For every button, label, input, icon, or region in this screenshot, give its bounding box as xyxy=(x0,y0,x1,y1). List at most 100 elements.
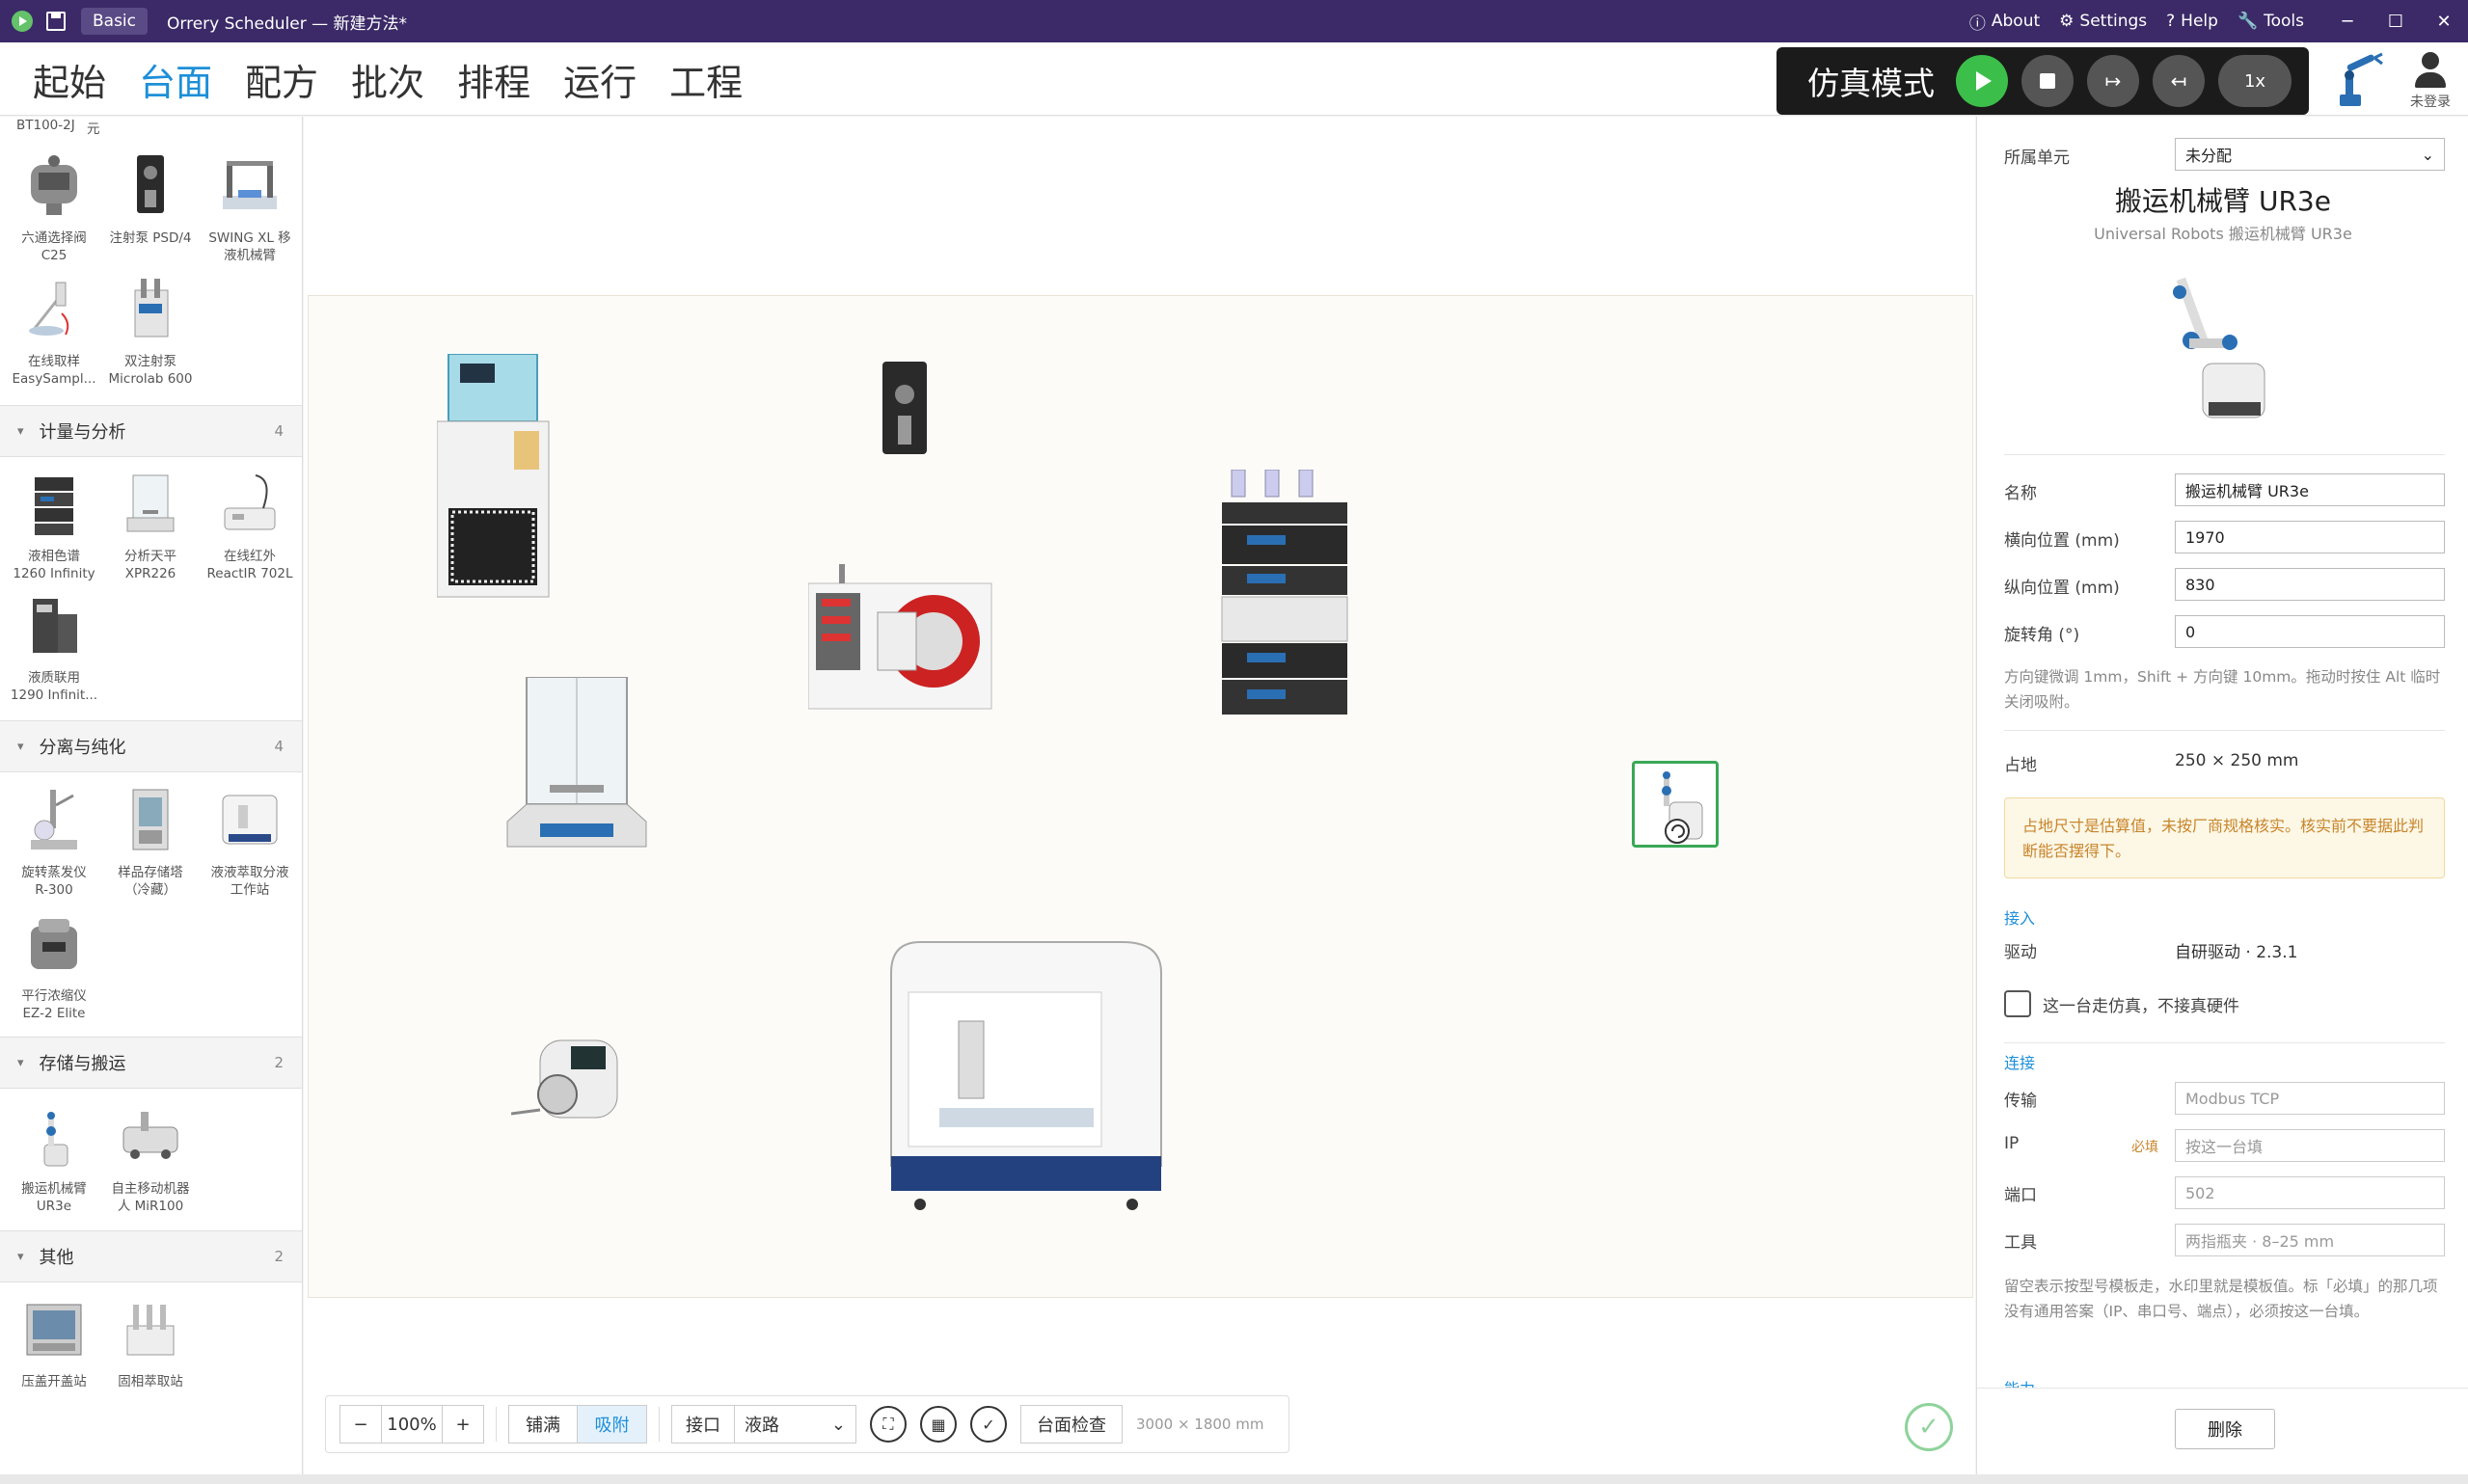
tab-6[interactable]: 工程 xyxy=(669,53,743,106)
bench-board[interactable] xyxy=(308,295,1973,1298)
bench-dimensions: 3000 × 1800 mm xyxy=(1136,1416,1264,1433)
save-icon[interactable] xyxy=(46,12,66,31)
fit-view-icon[interactable]: ⛶ xyxy=(870,1406,907,1443)
grid-icon[interactable]: ▦ xyxy=(920,1406,957,1443)
palette-device-reactir[interactable]: 在线红外 ReactIR 702L xyxy=(200,470,300,582)
palette-device-syringe-pump[interactable]: 注射泵 PSD/4 xyxy=(100,151,201,247)
palette-device-online-sampler[interactable]: 在线取样 EasySampl... xyxy=(4,275,104,388)
window-title: Orrery Scheduler — 新建方法* xyxy=(167,13,408,34)
device-thumbnail xyxy=(122,1112,178,1159)
zoom-in-button[interactable]: + xyxy=(442,1405,484,1444)
settings-menu[interactable]: ⚙ Settings xyxy=(2059,12,2147,31)
palette-device-swing-xl[interactable]: SWING XL 移液机械臂 xyxy=(200,151,300,264)
palette-device-valve[interactable]: 六通选择阀 C25 xyxy=(4,151,104,264)
tab-3[interactable]: 批次 xyxy=(351,53,424,106)
speed-button[interactable]: 1x xyxy=(2218,55,2292,107)
tool-input[interactable]: 两指瓶夹 · 8–25 mm xyxy=(2175,1224,2445,1256)
placed-device-liquid-handler[interactable] xyxy=(881,934,1171,1214)
placed-device-hplc[interactable] xyxy=(1212,470,1357,718)
mode-badge[interactable]: Basic xyxy=(81,8,149,35)
step-forward-button[interactable]: ↦ xyxy=(2087,55,2139,107)
divider xyxy=(2004,1042,2445,1043)
stop-button[interactable] xyxy=(2021,55,2074,107)
tab-1[interactable]: 台面 xyxy=(139,53,212,106)
fill-button[interactable]: 铺满 xyxy=(508,1405,578,1444)
chevron-down-icon: ⌄ xyxy=(2421,145,2434,164)
category-separation[interactable]: ▾ 分离与纯化 4 xyxy=(0,720,302,772)
ip-input[interactable]: 按这一台填 xyxy=(2175,1129,2445,1162)
robot-arm-icon[interactable] xyxy=(2326,52,2390,110)
toolbar-divider xyxy=(659,1407,660,1442)
title-bar: Basic Orrery Scheduler — 新建方法* ⓘ About ⚙ S… xyxy=(0,0,2468,42)
tab-4[interactable]: 排程 xyxy=(457,53,530,106)
simulate-checkbox-label[interactable]: 这一台走仿真，不接真硬件 xyxy=(2043,992,2239,1016)
palette-device-lle-station[interactable]: 液液萃取分液 工作站 xyxy=(200,786,300,899)
user-account[interactable]: 未登录 xyxy=(2401,52,2459,111)
palette-device-storage-tower[interactable]: 样品存储塔 （冷藏） xyxy=(100,786,201,899)
placed-device-syringe-pump[interactable] xyxy=(873,362,936,458)
about-menu[interactable]: ⓘ About xyxy=(1969,10,2040,34)
device-thumbnail xyxy=(134,279,169,337)
category-count: 2 xyxy=(274,1248,284,1265)
palette-device-balance[interactable]: 分析天平 XPR226 xyxy=(100,470,201,582)
interface-select[interactable]: 液路 ⌄ xyxy=(735,1405,856,1444)
close-button[interactable]: ✕ xyxy=(2420,12,2468,32)
zoom-out-button[interactable]: − xyxy=(339,1405,382,1444)
unit-label: 所属单元 xyxy=(2004,148,2070,168)
placed-device-thermostat[interactable] xyxy=(437,354,558,603)
name-label: 名称 xyxy=(2004,484,2037,503)
category-metering[interactable]: ▾ 计量与分析 4 xyxy=(0,405,302,457)
device-thumbnail xyxy=(126,474,175,532)
rotation-input[interactable]: 0 xyxy=(2175,615,2445,648)
palette-device-hplc[interactable]: 液相色谱 1260 Infinity xyxy=(4,470,104,582)
placed-device-reactor[interactable] xyxy=(808,564,1001,718)
x-position-input[interactable]: 1970 xyxy=(2175,521,2445,553)
tools-menu[interactable]: 🔧 Tools xyxy=(2237,12,2304,31)
category-other[interactable]: ▾ 其他 2 xyxy=(0,1230,302,1282)
palette-device-spe[interactable]: 固相萃取站 xyxy=(100,1295,201,1390)
x-position-label: 横向位置 (mm) xyxy=(2004,531,2120,551)
settings-label: Settings xyxy=(2079,12,2148,31)
palette-device-lcms[interactable]: 液质联用 1290 Infinit... xyxy=(4,591,104,704)
category-title: 计量与分析 xyxy=(39,422,126,443)
transport-input[interactable]: Modbus TCP xyxy=(2175,1082,2445,1115)
unit-select[interactable]: 未分配 ⌄ xyxy=(2175,138,2445,171)
bench-canvas[interactable]: − 100% + 铺满 吸附 接口 液路 ⌄ ⛶ ▦ ✓ 台面检查 3000 × … xyxy=(304,117,1975,1474)
device-label-cut: BT100-2J xyxy=(16,118,75,133)
name-input[interactable]: 搬运机械臂 UR3e xyxy=(2175,473,2445,506)
placed-device-peristaltic-pump[interactable] xyxy=(511,1037,633,1133)
palette-device-capper[interactable]: 压盖开盖站 xyxy=(4,1295,104,1390)
palette-device-dual-syringe[interactable]: 双注射泵 Microlab 600 xyxy=(100,275,201,388)
palette-device-mir100[interactable]: 自主移动机器人 MiR100 xyxy=(100,1102,201,1215)
play-button[interactable] xyxy=(1956,55,2008,107)
step-back-button[interactable]: ↤ xyxy=(2153,55,2205,107)
tab-5[interactable]: 运行 xyxy=(563,53,637,106)
snap-button[interactable]: 吸附 xyxy=(578,1405,647,1444)
category-title: 其他 xyxy=(39,1248,74,1268)
tab-0[interactable]: 起始 xyxy=(33,53,106,106)
category-storage[interactable]: ▾ 存储与搬运 2 xyxy=(0,1037,302,1089)
port-input[interactable]: 502 xyxy=(2175,1176,2445,1209)
palette-device-rotavap[interactable]: 旋转蒸发仪 R-300 xyxy=(4,786,104,899)
device-thumbnail xyxy=(224,474,276,530)
top-nav: 起始 台面 配方 批次 排程 运行 工程 仿真模式 ↦ ↤ 1x 未登录 xyxy=(0,42,2468,116)
check-icon[interactable]: ✓ xyxy=(970,1406,1007,1443)
minimize-button[interactable]: ─ xyxy=(2323,12,2372,32)
help-menu[interactable]: ? Help xyxy=(2166,12,2218,31)
y-position-input[interactable]: 830 xyxy=(2175,568,2445,601)
bench-check-button[interactable]: 台面检查 xyxy=(1020,1405,1123,1444)
placed-device-balance[interactable] xyxy=(502,677,652,858)
maximize-button[interactable]: ☐ xyxy=(2372,12,2420,32)
toolbar-divider xyxy=(496,1407,497,1442)
delete-button[interactable]: 删除 xyxy=(2175,1409,2275,1449)
main-tabs: 起始 台面 配方 批次 排程 运行 工程 xyxy=(33,42,743,116)
device-model: 液机械臂 xyxy=(224,248,276,263)
placed-device-ur3e-selected[interactable] xyxy=(1632,761,1719,848)
device-model: R-300 xyxy=(35,882,73,898)
tab-2[interactable]: 配方 xyxy=(245,53,318,106)
palette-device-ur3e[interactable]: 搬运机械臂 UR3e xyxy=(4,1102,104,1215)
simulate-checkbox[interactable] xyxy=(2004,990,2031,1017)
sim-mode-label: 仿真模式 xyxy=(1807,65,1935,102)
device-thumbnail xyxy=(137,155,164,213)
palette-device-concentrator[interactable]: 平行浓缩仪 EZ-2 Elite xyxy=(4,909,104,1022)
